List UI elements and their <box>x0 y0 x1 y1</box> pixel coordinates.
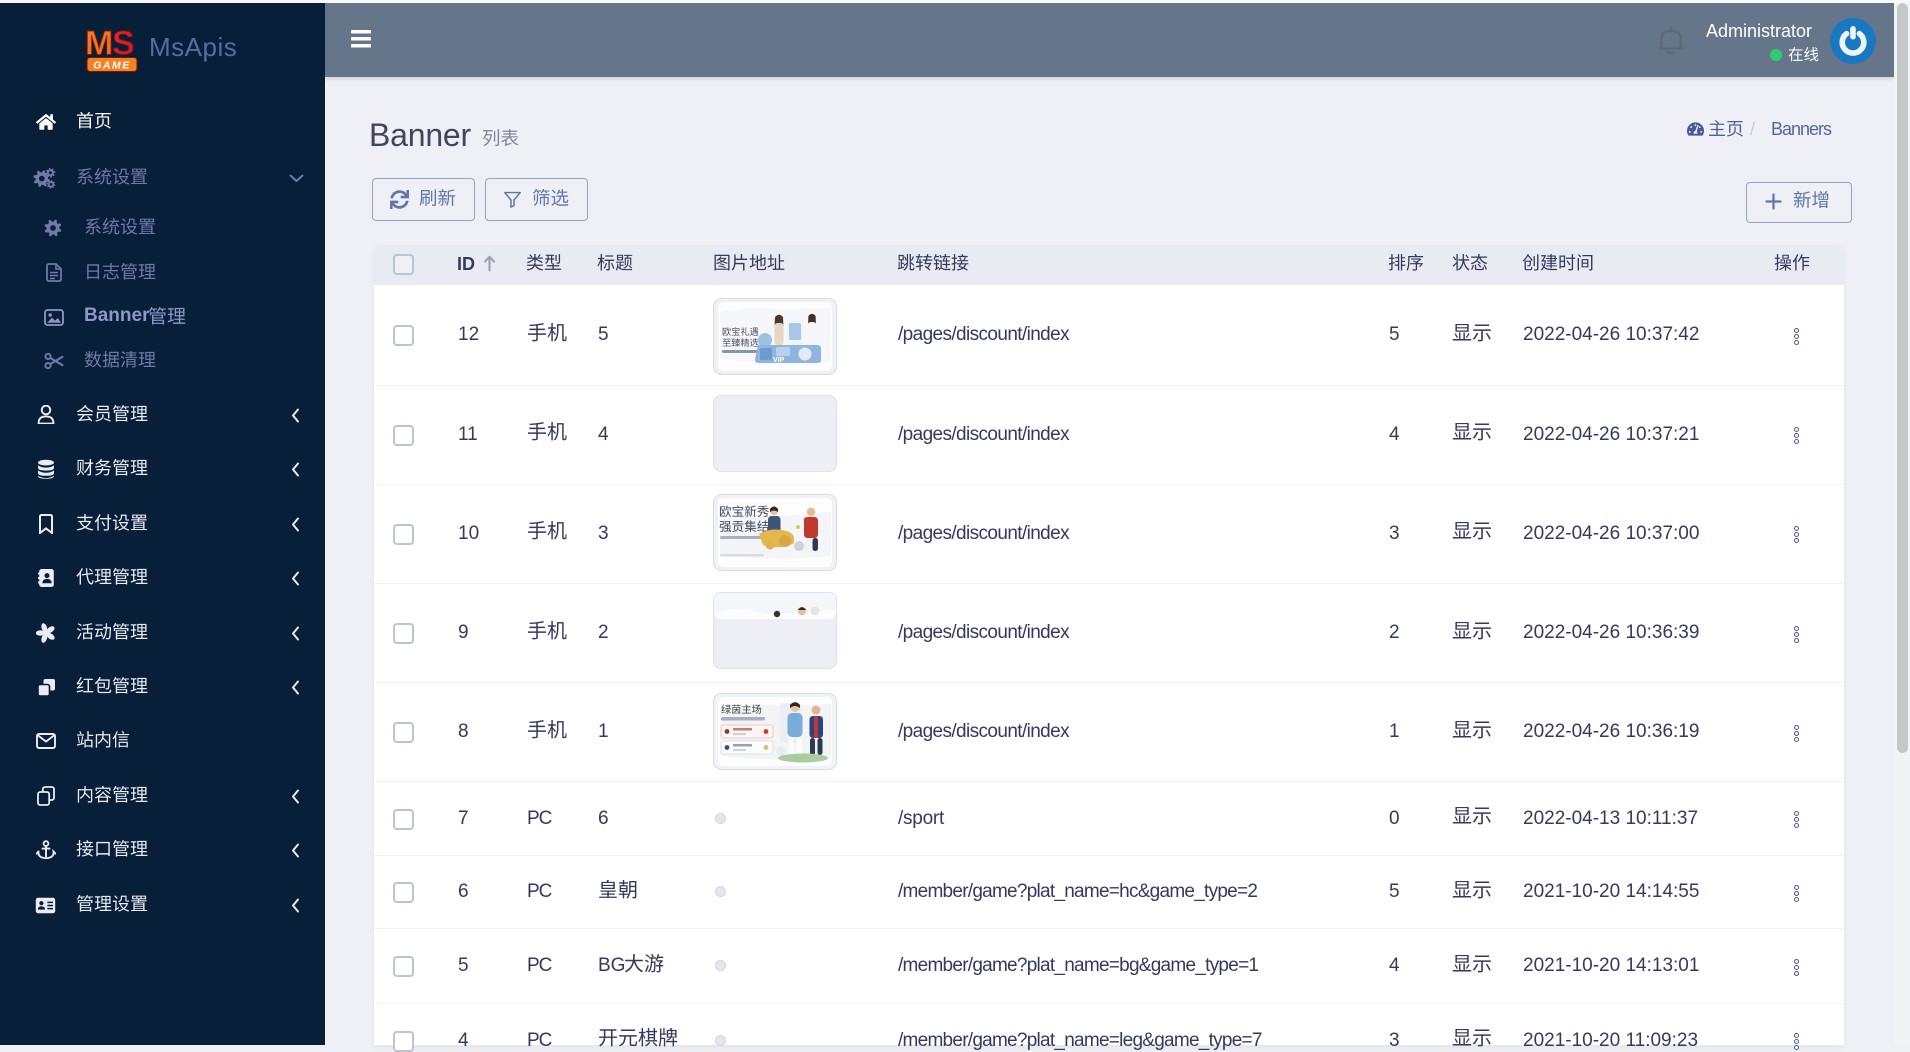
svg-text:GAME: GAME <box>93 60 131 72</box>
svg-text:VIP: VIP <box>773 357 785 364</box>
